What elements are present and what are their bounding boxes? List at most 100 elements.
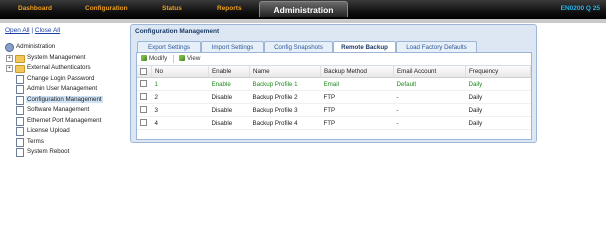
table-row[interactable]: 1 Enable Backup Profile 1 Email Default … <box>137 77 531 91</box>
sidebar-item-label: System Reboot <box>27 148 70 155</box>
row-checkbox[interactable] <box>140 119 147 127</box>
cell-enable: Disable <box>208 103 250 117</box>
sidebar-item-system-management[interactable]: + System Management <box>4 53 103 64</box>
nav-status[interactable]: Status <box>162 5 182 12</box>
nav-reports[interactable]: Reports <box>217 5 242 12</box>
sidebar-item-label: System Management <box>27 53 86 61</box>
nav-subbar <box>0 19 606 23</box>
folder-icon <box>15 65 25 73</box>
cell-frequency: Daily <box>465 77 531 91</box>
table-row[interactable]: 4 Disable Backup Profile 4 FTP - Daily <box>137 116 531 130</box>
page-icon <box>16 137 24 147</box>
sidebar-item-configuration-management[interactable]: Configuration Management <box>4 95 103 106</box>
column-header-name[interactable]: Name <box>249 66 321 78</box>
tree-controls-separator: | <box>31 27 34 34</box>
nav-administration[interactable]: Administration <box>259 1 348 17</box>
page-icon <box>16 95 24 105</box>
cell-backup-method: FTP <box>320 90 394 104</box>
cell-email-account: - <box>393 90 466 104</box>
sidebar-item-terms[interactable]: Terms <box>4 137 103 148</box>
cell-name: Backup Profile 4 <box>249 116 321 130</box>
backup-profiles-table: No Enable Name Backup Method Email Accou… <box>137 66 531 130</box>
sidebar-item-license-upload[interactable]: License Upload <box>4 126 103 137</box>
expand-plus-icon[interactable]: + <box>6 65 13 72</box>
view-icon <box>179 55 185 61</box>
cell-enable: Disable <box>208 90 250 104</box>
sidebar-item-label: Admin User Management <box>27 85 98 92</box>
cell-no: 2 <box>151 90 209 104</box>
sidebar-item-label: Software Management <box>27 106 90 113</box>
close-all-link[interactable]: Close All <box>35 27 60 34</box>
table-row[interactable]: 3 Disable Backup Profile 3 FTP - Daily <box>137 103 531 117</box>
tab-export-settings[interactable]: Export Settings <box>137 41 201 52</box>
device-model-label: EN0200 Q 25 <box>560 5 600 12</box>
sidebar-item-label: Ethernet Port Management <box>27 116 102 124</box>
sidebar-item-label: Terms <box>27 137 44 145</box>
tab-content: Modify View No Enable Name Backup Method… <box>136 52 532 140</box>
row-select-cell[interactable] <box>137 116 152 130</box>
tab-import-settings[interactable]: Import Settings <box>201 41 264 52</box>
cell-no: 1 <box>151 77 209 91</box>
modify-label: Modify <box>149 55 168 62</box>
column-header-enable[interactable]: Enable <box>208 66 250 78</box>
select-all-header[interactable] <box>137 66 152 78</box>
page-icon <box>16 148 24 157</box>
sidebar-item-change-login-password[interactable]: Change Login Password <box>4 74 103 85</box>
sidebar-item-label: Change Login Password <box>27 74 95 82</box>
sidebar-item-ethernet-port-management[interactable]: Ethernet Port Management <box>4 116 103 127</box>
cell-frequency: Daily <box>465 116 531 130</box>
cell-enable: Disable <box>208 116 250 130</box>
cell-enable: Enable <box>208 77 250 91</box>
row-checkbox[interactable] <box>140 93 147 101</box>
cell-name: Backup Profile 2 <box>249 90 321 104</box>
nav-configuration[interactable]: Configuration <box>85 5 128 12</box>
table-row[interactable]: 2 Disable Backup Profile 2 FTP - Daily <box>137 90 531 104</box>
admin-gear-icon <box>5 43 14 52</box>
row-select-cell[interactable] <box>137 103 152 117</box>
sidebar-item-external-authenticators[interactable]: + External Authenticators <box>4 63 103 74</box>
top-nav-bar: Dashboard Configuration Status Reports A… <box>0 0 606 19</box>
select-all-checkbox[interactable] <box>140 67 147 75</box>
edit-icon <box>141 55 147 61</box>
config-management-panel: Configuration Management Export Settings… <box>130 24 537 143</box>
column-header-email-account[interactable]: Email Account <box>393 66 466 78</box>
grid-toolbar: Modify View <box>137 53 531 66</box>
cell-frequency: Daily <box>465 90 531 104</box>
row-checkbox[interactable] <box>140 80 147 88</box>
sidebar-item-label: External Authenticators <box>27 64 91 71</box>
open-all-link[interactable]: Open All <box>5 27 30 34</box>
cell-name: Backup Profile 3 <box>249 103 321 117</box>
tab-config-snapshots[interactable]: Config Snapshots <box>264 41 333 52</box>
toolbar-divider <box>173 55 174 63</box>
row-select-cell[interactable] <box>137 77 152 91</box>
sidebar-item-label: License Upload <box>27 127 70 134</box>
page-icon <box>16 127 24 136</box>
cell-email-account: Default <box>393 77 466 91</box>
sidebar-item-system-reboot[interactable]: System Reboot <box>4 147 103 158</box>
cell-no: 4 <box>151 116 209 130</box>
view-label: View <box>187 55 201 62</box>
nav-dashboard[interactable]: Dashboard <box>18 5 52 12</box>
row-select-cell[interactable] <box>137 90 152 104</box>
sidebar-item-software-management[interactable]: Software Management <box>4 105 103 116</box>
modify-button[interactable]: Modify <box>141 55 167 62</box>
cell-email-account: - <box>393 103 466 117</box>
cell-name: Backup Profile 1 <box>249 77 321 91</box>
folder-icon <box>15 54 25 63</box>
view-button[interactable]: View <box>179 55 200 62</box>
column-header-frequency[interactable]: Frequency <box>465 66 531 78</box>
row-checkbox[interactable] <box>140 106 147 114</box>
column-header-no[interactable]: No <box>151 66 209 78</box>
sidebar-tree: Administration + System Management + Ext… <box>4 42 103 158</box>
page-icon <box>16 85 24 94</box>
table-header-row: No Enable Name Backup Method Email Accou… <box>137 66 531 78</box>
tree-root-administration[interactable]: Administration <box>4 42 103 53</box>
sidebar-item-admin-user-management[interactable]: Admin User Management <box>4 84 103 95</box>
expand-plus-icon[interactable]: + <box>6 54 13 62</box>
cell-backup-method: Email <box>320 77 394 91</box>
page-icon <box>16 74 24 84</box>
tab-load-factory-defaults[interactable]: Load Factory Defaults <box>396 41 477 52</box>
cell-no: 3 <box>151 103 209 117</box>
tree-root-label: Administration <box>16 43 56 50</box>
column-header-backup-method[interactable]: Backup Method <box>320 66 394 78</box>
